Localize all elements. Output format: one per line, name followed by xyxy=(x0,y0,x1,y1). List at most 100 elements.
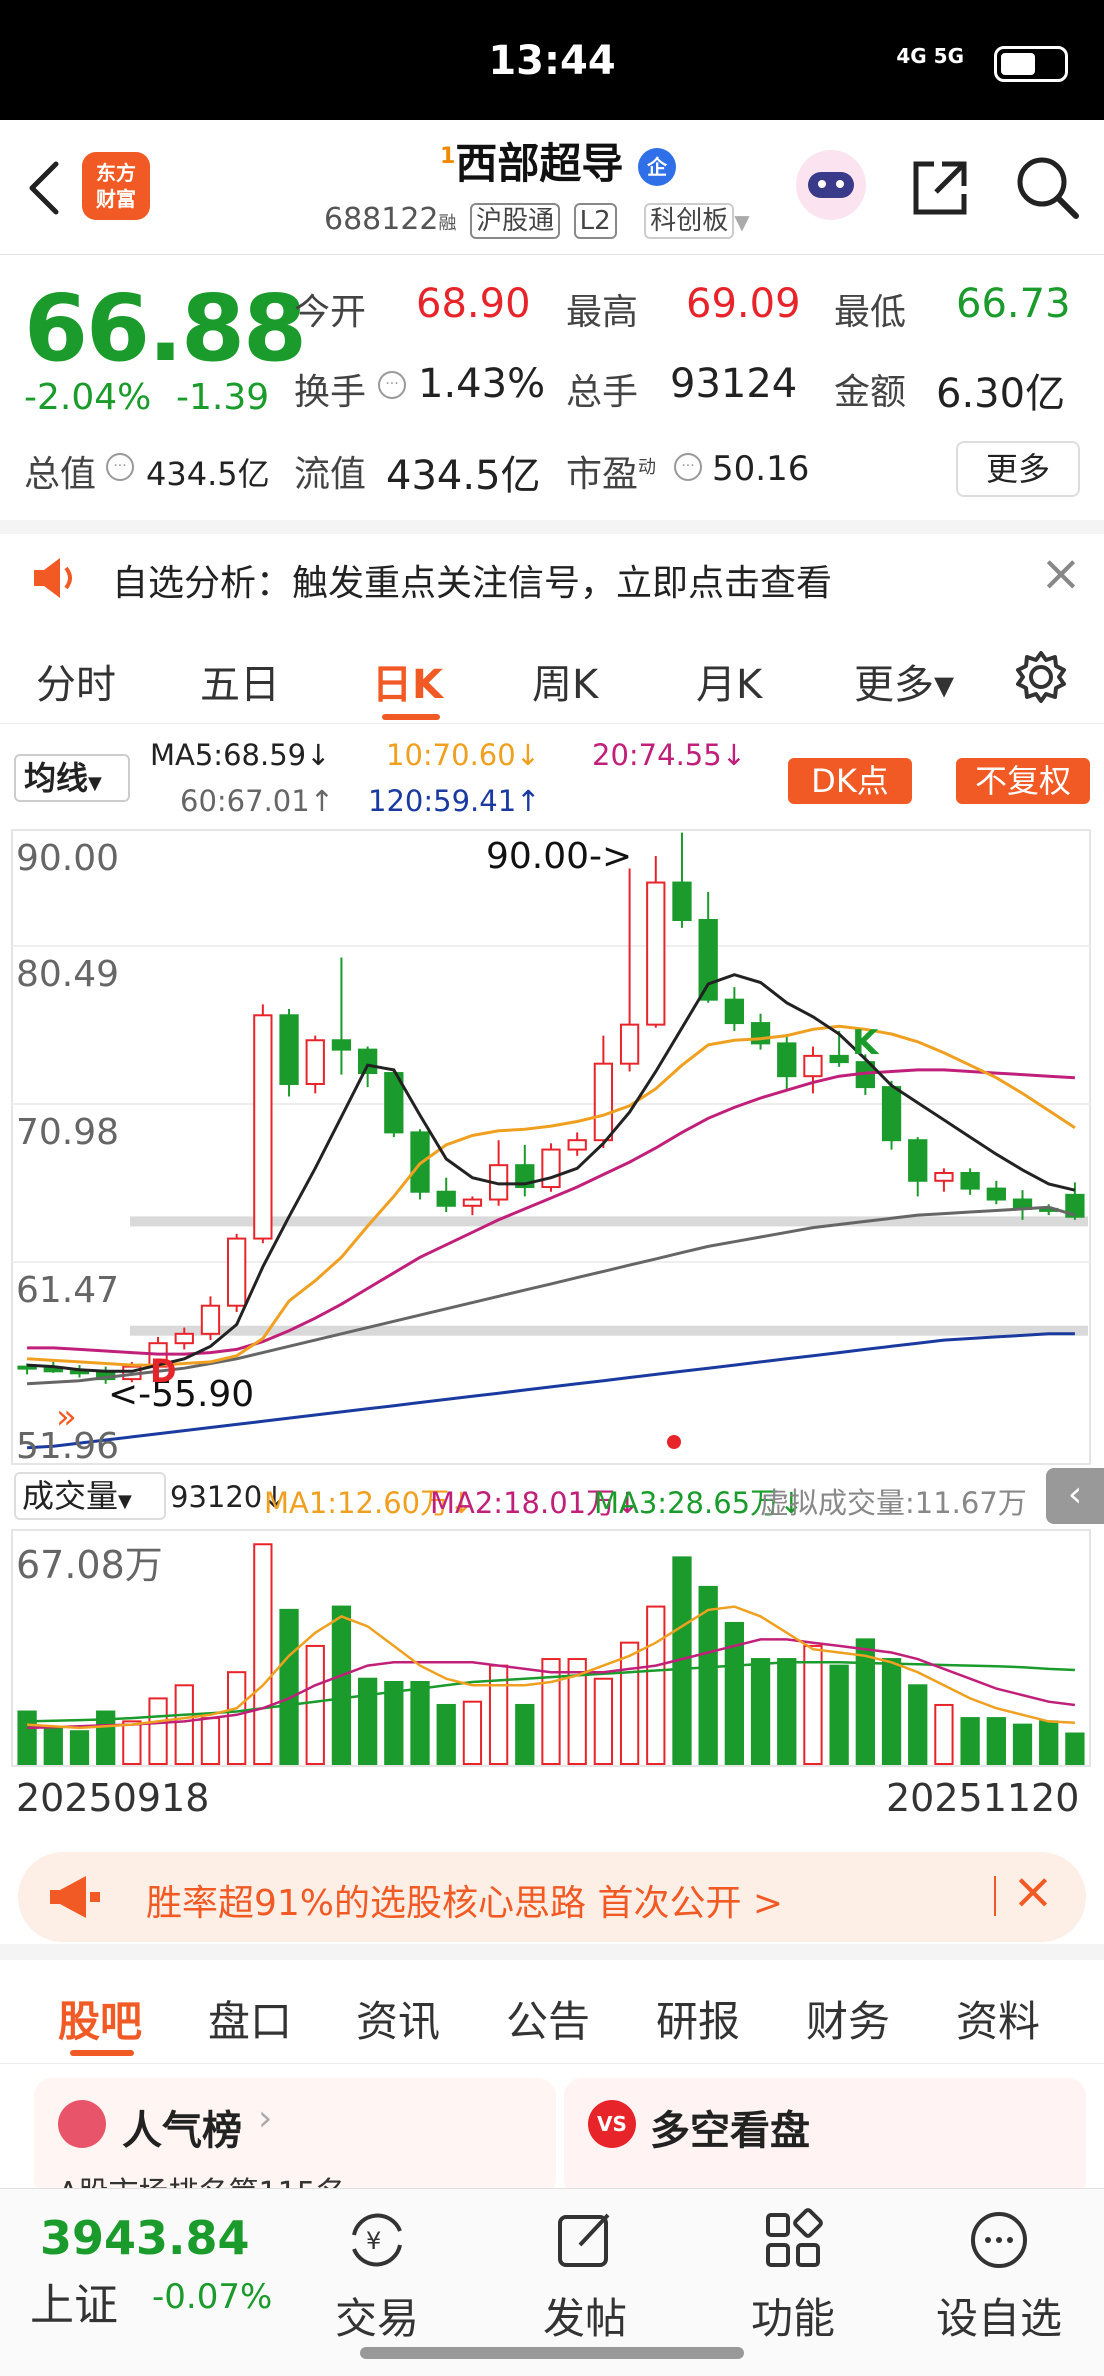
volume-y-label: 67.08万 xyxy=(16,1543,163,1587)
volume-indicator-row: 成交量▼ 93120↓ MA1:12.60万↓ MA2:18.01万↓ MA3:… xyxy=(0,1468,1104,1528)
back-icon[interactable] xyxy=(22,158,62,218)
candle-body xyxy=(829,1054,849,1064)
logo-text-2: 财富 xyxy=(96,187,136,211)
volume-bar xyxy=(17,1710,37,1766)
collapse-left-icon[interactable]: ‹ xyxy=(1046,1468,1104,1524)
tab-monthly-k[interactable]: 月K xyxy=(696,652,762,710)
dk-point-button[interactable]: DK点 xyxy=(788,758,912,804)
stock-code: 688122 xyxy=(324,202,439,237)
gear-icon[interactable] xyxy=(1012,648,1070,706)
more-dots-icon[interactable]: ··· xyxy=(378,371,406,399)
d-marker: D xyxy=(150,1352,177,1390)
chevron-down-icon: ▼ xyxy=(118,1491,132,1512)
divider xyxy=(0,520,1104,534)
tab-active-indicator xyxy=(70,2050,134,2056)
edit-icon xyxy=(558,2213,610,2267)
volume-bar xyxy=(305,1644,325,1765)
ma10-label: 10:70.60↓ xyxy=(386,738,540,772)
tab-active-indicator xyxy=(382,714,440,720)
volume-bar xyxy=(541,1658,561,1766)
volume-chart[interactable]: 67.08万 xyxy=(0,1528,1104,1768)
tab-intraday[interactable]: 分时 xyxy=(36,652,116,710)
event-dot[interactable] xyxy=(667,1435,681,1449)
amount-value: 6.30亿 xyxy=(936,371,1066,417)
ai-assistant-icon[interactable] xyxy=(796,150,866,220)
tab-order-book[interactable]: 盘口 xyxy=(208,1988,292,2049)
content-tabs: 股吧 盘口 资讯 公告 研报 财务 资料 xyxy=(0,1960,1104,2064)
tab-weekly-k[interactable]: 周K xyxy=(532,652,598,710)
trade-button[interactable]: ¥ 交易 xyxy=(312,2205,442,2346)
tab-more[interactable]: 更多▾ xyxy=(854,652,954,710)
candle-body xyxy=(672,881,692,922)
open-label: 今开 xyxy=(294,292,367,333)
tab-forum[interactable]: 股吧 xyxy=(58,1988,142,2049)
volume-bar xyxy=(646,1605,666,1765)
low-value: 66.73 xyxy=(956,281,1071,327)
volume-bar xyxy=(881,1658,902,1766)
popularity-card[interactable]: 人气榜 › A股市场排名第115名 xyxy=(34,2078,556,2211)
volume-bar xyxy=(750,1658,771,1766)
close-icon[interactable]: × xyxy=(1012,1862,1054,1920)
change-percent: -2.04% xyxy=(24,377,152,418)
turnover-value: 1.43% xyxy=(418,361,546,407)
volume-bar xyxy=(829,1664,849,1765)
volume-bar xyxy=(515,1703,535,1765)
megaphone-icon xyxy=(50,1876,100,1918)
volume-bar xyxy=(908,1684,928,1765)
chevron-down-icon: ▼ xyxy=(88,773,102,794)
more-dots-icon[interactable]: ··· xyxy=(674,453,702,481)
tag-star-market[interactable]: 科创板 xyxy=(644,203,735,239)
volume-bar xyxy=(619,1641,640,1765)
open-value: 68.90 xyxy=(416,281,531,327)
date-end: 20251120 xyxy=(886,1776,1080,1820)
functions-button[interactable]: 功能 xyxy=(728,2205,858,2346)
candle-body xyxy=(227,1237,247,1307)
pe-label: 市盈动 xyxy=(566,445,656,497)
ma20-label: 20:74.55↓ xyxy=(592,738,746,772)
volume-selector[interactable]: 成交量▼ xyxy=(14,1472,166,1520)
amount-label: 金额 xyxy=(834,372,907,413)
index-value[interactable]: 3943.84 xyxy=(40,2211,250,2265)
volume-bar xyxy=(384,1681,404,1765)
search-icon[interactable] xyxy=(1012,152,1082,222)
indicator-selector[interactable]: 均线▼ xyxy=(14,754,130,802)
more-button[interactable]: 更多 xyxy=(956,441,1080,497)
y-label-3: 70.98 xyxy=(16,1112,119,1153)
candle-body xyxy=(305,1039,325,1085)
candle-body xyxy=(279,1014,299,1085)
chevron-down-icon: ▼ xyxy=(734,210,750,234)
float-value: 434.5亿 xyxy=(386,453,541,499)
tab-profile[interactable]: 资料 xyxy=(956,1988,1040,2049)
superscript-mark: 1 xyxy=(440,144,456,169)
functions-label: 功能 xyxy=(750,2294,835,2343)
share-icon[interactable] xyxy=(908,156,972,220)
pe-value: 50.16 xyxy=(712,449,810,489)
kline-chart[interactable]: 90.00 80.49 70.98 61.47 51.96 90.00-> <-… xyxy=(0,828,1104,1468)
tab-financials[interactable]: 财务 xyxy=(806,1988,890,2049)
candle-body xyxy=(881,1086,902,1142)
notice-bar[interactable]: 自选分析：触发重点关注信号，立即点击查看 × xyxy=(0,534,1104,624)
promo-banner[interactable]: 胜率超91%的选股核心思路 首次公开 > × xyxy=(18,1852,1086,1942)
virtual-volume: 虚拟成交量:11.67万 xyxy=(760,1486,1027,1520)
long-short-card[interactable]: VS 多空看盘 xyxy=(564,2078,1086,2198)
tab-daily-k[interactable]: 日K xyxy=(372,652,443,710)
trade-label: 交易 xyxy=(334,2294,419,2343)
tab-research[interactable]: 研报 xyxy=(656,1988,740,2049)
tab-five-day[interactable]: 五日 xyxy=(200,652,280,710)
trade-icon: ¥ xyxy=(352,2213,402,2267)
pe-superscript: 动 xyxy=(638,457,657,478)
volume-bar xyxy=(331,1605,352,1765)
more-dots-icon[interactable]: ··· xyxy=(106,453,134,481)
index-name[interactable]: 上证 xyxy=(30,2269,118,2333)
change-amount: -1.39 xyxy=(176,377,270,418)
mktcap-label: 总值 xyxy=(24,454,97,495)
tab-news[interactable]: 资讯 xyxy=(356,1988,440,2049)
close-icon[interactable]: × xyxy=(1040,544,1082,602)
candle-body xyxy=(69,1370,90,1375)
candle-body xyxy=(541,1148,561,1189)
post-button[interactable]: 发帖 xyxy=(520,2205,650,2346)
adjust-mode-button[interactable]: 不复权 xyxy=(956,758,1090,804)
stock-tags: 688122融 沪股通 L2 科创板 ▼ xyxy=(324,202,750,239)
tab-announcements[interactable]: 公告 xyxy=(506,1988,590,2049)
add-watchlist-button[interactable]: 设自选 xyxy=(934,2205,1064,2346)
